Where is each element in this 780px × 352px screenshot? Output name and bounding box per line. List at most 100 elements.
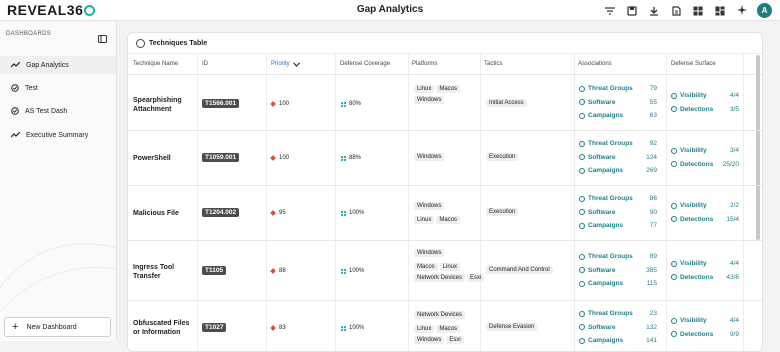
priority-number: 100 <box>279 155 290 161</box>
software-link[interactable]: Software 132 <box>579 321 657 335</box>
campaigns-link[interactable]: Campaigns 269 <box>579 164 657 178</box>
header-defense-surface[interactable]: Defense Surface <box>671 61 716 67</box>
table-row[interactable]: Spearphishing Attachment T1566.001 100 8… <box>128 76 762 131</box>
associations: Threat Groups 89 Software 385 Campaigns 115 <box>579 250 657 291</box>
download-icon[interactable] <box>647 4 661 18</box>
eye-icon <box>671 147 677 154</box>
tactic-chip: Command And Control <box>486 266 553 274</box>
table-icon <box>136 39 145 48</box>
visibility-link[interactable]: Visibility 4/4 <box>671 314 739 328</box>
visibility-label: Visibility <box>680 260 707 268</box>
sidebar-item-test[interactable]: Test <box>0 79 116 97</box>
coverage-value: 80% <box>341 101 361 107</box>
sidebar-item-as-test-dash[interactable]: AS Test Dash <box>0 102 116 120</box>
eye-icon <box>671 260 677 267</box>
software-link[interactable]: Software 385 <box>579 264 657 278</box>
technique-name: Obfuscated Files or Information <box>133 320 190 336</box>
trend-icon <box>11 132 20 138</box>
header-associations[interactable]: Associations <box>578 61 612 67</box>
software-link[interactable]: Software 124 <box>579 151 657 165</box>
detections-value: 15/4 <box>726 215 739 223</box>
new-dashboard-button[interactable]: + New Dashboard <box>4 317 111 337</box>
associations: Threat Groups 23 Software 132 Campaigns 141 <box>579 307 657 348</box>
detections-link[interactable]: Detections 9/9 <box>671 328 739 342</box>
threat-groups-icon <box>579 310 585 317</box>
campaigns-count: 77 <box>649 222 657 230</box>
campaigns-count: 63 <box>649 112 657 120</box>
threat-groups-link[interactable]: Threat Groups 79 <box>579 82 657 96</box>
threat-groups-link[interactable]: Threat Groups 23 <box>579 307 657 321</box>
platform-chips: Windows Linux Macos <box>414 202 489 224</box>
header-priority[interactable]: Priority <box>271 61 300 67</box>
header-tactics[interactable]: Tactics <box>484 61 502 67</box>
techniques-table-card: Techniques Table Technique Name ID Prior… <box>127 32 763 352</box>
detections-link[interactable]: Detections 3/5 <box>671 103 739 117</box>
platform-chips: Windows Macos Linux Network Devices Esxi <box>414 249 489 282</box>
detections-link[interactable]: Detections 25/20 <box>671 158 739 172</box>
user-avatar[interactable]: A <box>757 3 772 18</box>
associations: Threat Groups 79 Software 55 Campaigns 63 <box>579 82 657 123</box>
header-technique-name[interactable]: Technique Name <box>133 61 178 67</box>
associations: Threat Groups 92 Software 124 Campaigns 269 <box>579 137 657 178</box>
table-row[interactable]: Malicious File T1204.002 95 100% Windows… <box>128 186 762 241</box>
visibility-link[interactable]: Visibility 3/4 <box>671 144 739 158</box>
header-id[interactable]: ID <box>202 61 208 67</box>
card-title: Techniques Table <box>136 39 207 48</box>
table-row[interactable]: Ingress Tool Transfer T1105 88 100% Wind… <box>128 241 762 301</box>
threat-groups-label: Threat Groups <box>588 140 633 148</box>
widgets-icon[interactable] <box>691 4 705 18</box>
detections-value: 9/9 <box>729 330 739 338</box>
platform-chip: Macos <box>414 263 438 271</box>
save-icon[interactable] <box>625 4 639 18</box>
threat-groups-link[interactable]: Threat Groups 89 <box>579 250 657 264</box>
threat-groups-count: 89 <box>649 253 657 261</box>
detections-link[interactable]: Detections 43/6 <box>671 271 739 285</box>
platform-chip: Macos <box>436 85 461 93</box>
detections-link[interactable]: Detections 15/4 <box>671 213 739 227</box>
detections-label: Detections <box>680 160 714 168</box>
campaigns-icon <box>579 167 585 174</box>
sparkle-icon[interactable] <box>735 4 749 18</box>
visibility-link[interactable]: Visibility 4/4 <box>671 257 739 271</box>
detections-value: 25/20 <box>722 160 739 168</box>
card-title-text: Techniques Table <box>149 40 208 47</box>
table-row[interactable]: Obfuscated Files or Information T1027 83… <box>128 301 762 351</box>
tactic-chip: Execution <box>486 208 519 216</box>
sidebar-item-gap-analytics[interactable]: Gap Analytics <box>0 56 116 74</box>
priority-number: 83 <box>279 325 286 331</box>
coverage-value: 88% <box>341 155 361 161</box>
software-icon <box>579 154 585 161</box>
threat-groups-link[interactable]: Threat Groups 92 <box>579 137 657 151</box>
detections-icon <box>671 216 677 223</box>
campaigns-link[interactable]: Campaigns 77 <box>579 219 657 233</box>
campaigns-link[interactable]: Campaigns 115 <box>579 277 657 291</box>
visibility-value: 3/4 <box>729 147 739 155</box>
threat-groups-count: 79 <box>649 85 657 93</box>
platform-chip: Windows <box>414 153 445 161</box>
software-link[interactable]: Software 55 <box>579 96 657 110</box>
table-row[interactable]: PowerShell T1059.001 100 88% Windows Exe… <box>128 131 762 186</box>
sidebar-item-executive-summary[interactable]: Executive Summary <box>0 126 116 144</box>
platform-chip: Windows <box>414 202 445 210</box>
visibility-link[interactable]: Visibility 4/4 <box>671 89 739 103</box>
visibility-label: Visibility <box>680 92 707 100</box>
document-icon[interactable] <box>669 4 683 18</box>
filter-icon[interactable] <box>603 4 617 18</box>
software-link[interactable]: Software 90 <box>579 206 657 220</box>
sidebar-header: DASHBOARDS <box>6 31 52 37</box>
header-defense-coverage[interactable]: Defense Coverage <box>340 61 390 67</box>
layout-grid-icon[interactable] <box>713 4 727 18</box>
coverage-value: 100% <box>341 325 364 331</box>
campaigns-link[interactable]: Campaigns 63 <box>579 109 657 123</box>
threat-groups-link[interactable]: Threat Groups 86 <box>579 192 657 206</box>
header-platforms[interactable]: Platforms <box>412 61 437 67</box>
threat-groups-label: Threat Groups <box>588 85 633 93</box>
check-circle-icon <box>11 84 19 92</box>
visibility-link[interactable]: Visibility 2/2 <box>671 199 739 213</box>
detections-label: Detections <box>680 330 714 338</box>
sidebar-toggle-icon[interactable] <box>98 30 107 48</box>
defense-surface: Visibility 3/4 Detections 25/20 <box>671 144 739 171</box>
table-header: Technique Name ID Priority Defense Cover… <box>128 53 762 75</box>
defense-surface: Visibility 4/4 Detections 3/5 <box>671 89 739 116</box>
eye-icon <box>671 92 677 99</box>
